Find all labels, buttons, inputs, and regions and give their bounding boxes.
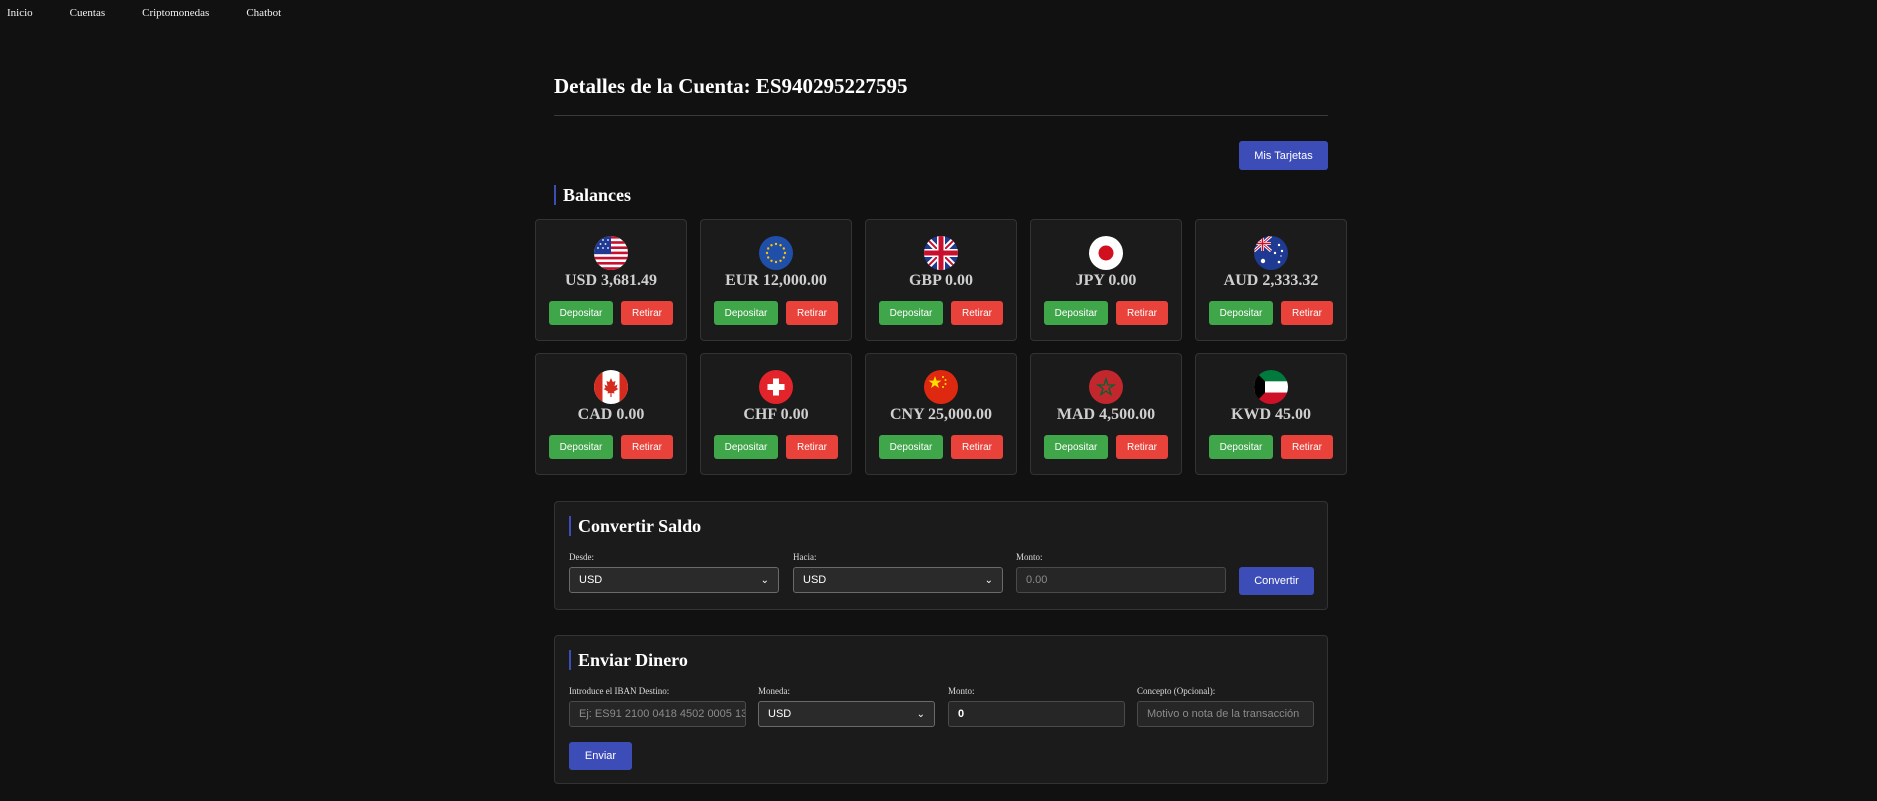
kuwait-flag-icon bbox=[1254, 370, 1288, 404]
japan-flag-icon bbox=[1089, 236, 1123, 270]
from-currency-select[interactable]: USD ⌄ bbox=[569, 567, 779, 593]
send-money-panel: Enviar Dinero Introduce el IBAN Destino:… bbox=[554, 635, 1328, 784]
withdraw-button-chf[interactable]: Retirar bbox=[786, 435, 838, 459]
balance-card-usd: USD 3,681.49 Depositar Retirar bbox=[535, 219, 687, 341]
nav-criptomonedas[interactable]: Criptomonedas bbox=[142, 7, 209, 19]
nav-cuentas[interactable]: Cuentas bbox=[70, 7, 105, 19]
balance-card-aud: AUD 2,333.32 Depositar Retirar bbox=[1195, 219, 1347, 341]
canada-flag-icon bbox=[594, 370, 628, 404]
balance-amount: KWD 45.00 bbox=[1231, 406, 1311, 423]
balance-card-mad: MAD 4,500.00 Depositar Retirar bbox=[1030, 353, 1182, 475]
from-currency-value: USD bbox=[579, 574, 603, 586]
withdraw-button-kwd[interactable]: Retirar bbox=[1281, 435, 1333, 459]
top-navigation: Inicio Cuentas Criptomonedas Chatbot bbox=[0, 0, 304, 26]
send-heading: Enviar Dinero bbox=[569, 650, 688, 670]
deposit-button-chf[interactable]: Depositar bbox=[714, 435, 778, 459]
australia-flag-icon bbox=[1254, 236, 1288, 270]
switzerland-flag-icon bbox=[759, 370, 793, 404]
deposit-button-eur[interactable]: Depositar bbox=[714, 301, 778, 325]
balance-card-cny: CNY 25,000.00 Depositar Retirar bbox=[865, 353, 1017, 475]
send-amount-input[interactable]: 0 bbox=[948, 701, 1125, 727]
convert-balance-panel: Convertir Saldo Desde: USD ⌄ Hacia: USD … bbox=[554, 501, 1328, 610]
balance-card-cad: CAD 0.00 Depositar Retirar bbox=[535, 353, 687, 475]
title-divider bbox=[554, 115, 1328, 116]
balance-amount: CHF 0.00 bbox=[743, 406, 809, 423]
withdraw-button-cad[interactable]: Retirar bbox=[621, 435, 673, 459]
iban-label: Introduce el IBAN Destino: bbox=[569, 686, 670, 696]
balance-amount: AUD 2,333.32 bbox=[1223, 272, 1319, 289]
to-currency-select[interactable]: USD ⌄ bbox=[793, 567, 1003, 593]
chevron-down-icon: ⌄ bbox=[916, 708, 925, 720]
balance-amount: CAD 0.00 bbox=[577, 406, 645, 423]
balance-amount: GBP 0.00 bbox=[908, 272, 973, 289]
nav-chatbot[interactable]: Chatbot bbox=[246, 7, 281, 19]
deposit-button-mad[interactable]: Depositar bbox=[1044, 435, 1108, 459]
deposit-button-usd[interactable]: Depositar bbox=[549, 301, 613, 325]
to-label: Hacia: bbox=[793, 552, 817, 562]
nav-inicio[interactable]: Inicio bbox=[7, 7, 33, 19]
balance-card-eur: EUR 12,000.00 Depositar Retirar bbox=[700, 219, 852, 341]
balance-amount: EUR 12,000.00 bbox=[725, 272, 827, 289]
balance-card-chf: CHF 0.00 Depositar Retirar bbox=[700, 353, 852, 475]
withdraw-button-aud[interactable]: Retirar bbox=[1281, 301, 1333, 325]
deposit-button-jpy[interactable]: Depositar bbox=[1044, 301, 1108, 325]
balance-amount: CNY 25,000.00 bbox=[889, 406, 993, 423]
withdraw-button-usd[interactable]: Retirar bbox=[621, 301, 673, 325]
my-cards-button[interactable]: Mis Tarjetas bbox=[1239, 141, 1328, 170]
balance-amount: MAD 4,500.00 bbox=[1056, 406, 1156, 423]
iban-input[interactable]: Ej: ES91 2100 0418 4502 0005 13 bbox=[569, 701, 746, 727]
balance-card-jpy: JPY 0.00 Depositar Retirar bbox=[1030, 219, 1182, 341]
page-title: Detalles de la Cuenta: ES940295227595 bbox=[554, 74, 908, 98]
from-label: Desde: bbox=[569, 552, 594, 562]
uk-flag-icon bbox=[924, 236, 958, 270]
deposit-button-cad[interactable]: Depositar bbox=[549, 435, 613, 459]
balance-amount: JPY 0.00 bbox=[1075, 272, 1137, 289]
chevron-down-icon: ⌄ bbox=[984, 574, 993, 586]
us-flag-icon bbox=[594, 236, 628, 270]
china-flag-icon bbox=[924, 370, 958, 404]
balance-amount: USD 3,681.49 bbox=[564, 272, 657, 289]
send-currency-value: USD bbox=[768, 708, 792, 720]
convert-amount-label: Monto: bbox=[1016, 552, 1043, 562]
currency-label: Moneda: bbox=[758, 686, 790, 696]
convert-amount-input[interactable]: 0.00 bbox=[1016, 567, 1226, 593]
deposit-button-aud[interactable]: Depositar bbox=[1209, 301, 1273, 325]
send-button[interactable]: Enviar bbox=[569, 742, 632, 770]
withdraw-button-jpy[interactable]: Retirar bbox=[1116, 301, 1168, 325]
convert-heading: Convertir Saldo bbox=[569, 516, 701, 536]
balances-heading: Balances bbox=[554, 185, 631, 205]
eu-flag-icon bbox=[759, 236, 793, 270]
concept-input[interactable]: Motivo o nota de la transacción bbox=[1137, 701, 1314, 727]
to-currency-value: USD bbox=[803, 574, 827, 586]
chevron-down-icon: ⌄ bbox=[760, 574, 769, 586]
deposit-button-cny[interactable]: Depositar bbox=[879, 435, 943, 459]
convert-button[interactable]: Convertir bbox=[1239, 567, 1314, 595]
withdraw-button-mad[interactable]: Retirar bbox=[1116, 435, 1168, 459]
balance-card-kwd: KWD 45.00 Depositar Retirar bbox=[1195, 353, 1347, 475]
deposit-button-gbp[interactable]: Depositar bbox=[879, 301, 943, 325]
concept-label: Concepto (Opcional): bbox=[1137, 686, 1216, 696]
withdraw-button-gbp[interactable]: Retirar bbox=[951, 301, 1003, 325]
deposit-button-kwd[interactable]: Depositar bbox=[1209, 435, 1273, 459]
send-currency-select[interactable]: USD ⌄ bbox=[758, 701, 935, 727]
morocco-flag-icon bbox=[1089, 370, 1123, 404]
withdraw-button-cny[interactable]: Retirar bbox=[951, 435, 1003, 459]
balance-card-gbp: GBP 0.00 Depositar Retirar bbox=[865, 219, 1017, 341]
withdraw-button-eur[interactable]: Retirar bbox=[786, 301, 838, 325]
send-amount-label: Monto: bbox=[948, 686, 975, 696]
